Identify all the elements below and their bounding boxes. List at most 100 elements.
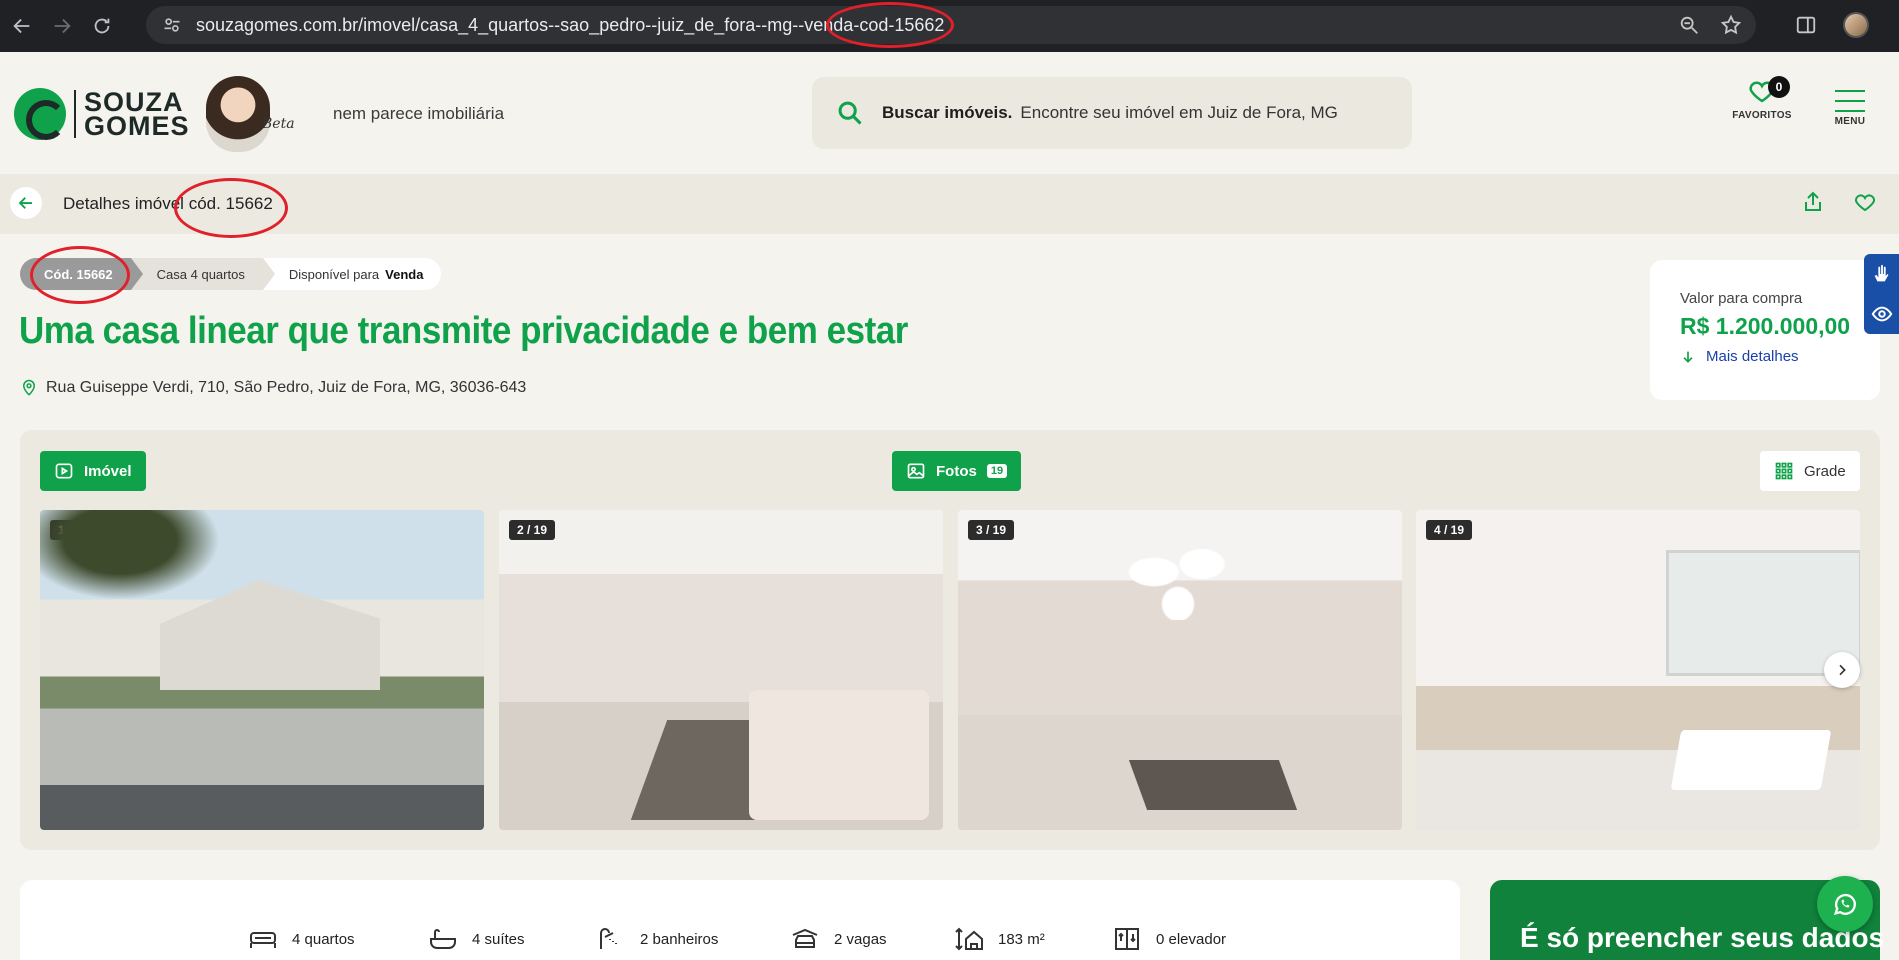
location-pin-icon (22, 379, 36, 396)
favorites-button[interactable]: 0 FAVORITOS (1732, 76, 1792, 121)
photo-number: 4 / 19 (1426, 520, 1473, 540)
menu-button[interactable]: MENU (1830, 90, 1870, 127)
gallery-photo[interactable]: 2 / 19 (499, 510, 943, 830)
url-code: -cod-15662 (853, 14, 945, 35)
feature-label: 2 banheiros (640, 930, 719, 948)
price-value: R$ 1.200.000,00 (1680, 313, 1851, 339)
detail-title: Detalhes imóvel cód. 15662 (63, 194, 273, 214)
property-features: 4 quartos 4 suítes 2 banheiros 2 vagas 1… (20, 880, 1460, 960)
beta-avatar (206, 76, 270, 152)
photos-label: Fotos (936, 462, 977, 480)
price-card: Valor para compra R$ 1.200.000,00 Mais d… (1650, 260, 1880, 400)
favorites-label: FAVORITOS (1732, 110, 1792, 121)
logo-line2: GOMES (84, 111, 190, 141)
search-hint: Encontre seu imóvel em Juiz de Fora, MG (1020, 103, 1338, 122)
bathtub-icon (430, 929, 456, 949)
zoom-icon[interactable] (1678, 14, 1700, 36)
gallery-photo[interactable]: 1 / 19 (40, 510, 484, 830)
code-chip: Cód. 15662 (20, 258, 143, 290)
car-icon (792, 928, 818, 948)
photos-button[interactable]: Fotos 19 (892, 451, 1022, 491)
back-button[interactable] (10, 187, 42, 219)
property-video-button[interactable]: Imóvel (40, 451, 146, 491)
area-icon (955, 927, 983, 951)
feature-parking: 2 vagas (790, 926, 887, 952)
sign-language-icon[interactable] (1871, 263, 1893, 285)
grid-view-label: Grade (1804, 462, 1846, 480)
feature-label: 4 quartos (292, 930, 355, 948)
detail-title-prefix: Detalhes imóvel (63, 194, 184, 213)
accessibility-widget[interactable] (1864, 254, 1899, 334)
profile-avatar[interactable] (1843, 12, 1869, 38)
browser-toolbar: souzagomes.com.br/imovel/casa_4_quartos-… (0, 0, 1899, 52)
logo-text: SOUZA GOMES (74, 89, 190, 141)
feature-suites: 4 suítes (428, 926, 525, 952)
beta-signature: Beta (262, 116, 295, 132)
photo-number: 2 / 19 (509, 520, 556, 540)
grid-view-button[interactable]: Grade (1760, 451, 1860, 491)
feature-label: 4 suítes (472, 930, 525, 948)
arrow-down-icon (1683, 351, 1693, 363)
image-icon (907, 463, 925, 479)
detail-bar: Detalhes imóvel cód. 15662 (0, 174, 1899, 234)
property-search[interactable]: Buscar imóveis. Encontre seu imóvel em J… (812, 77, 1412, 149)
shower-icon (600, 928, 617, 949)
property-video-label: Imóvel (84, 462, 132, 480)
feature-bedrooms: 4 quartos (248, 926, 355, 952)
play-icon (55, 463, 73, 479)
whatsapp-button[interactable] (1817, 876, 1873, 932)
price-label: Valor para compra (1680, 290, 1803, 307)
photo-number: 3 / 19 (968, 520, 1015, 540)
arrow-left-icon (18, 197, 32, 209)
photo-number: 1 / 19 (50, 520, 97, 540)
back-arrow-icon[interactable] (2, 6, 42, 46)
logo-mark-icon (14, 88, 66, 140)
gallery-photo[interactable]: 4 / 19 (1416, 510, 1860, 830)
availability-value: Venda (385, 266, 424, 282)
site-header: SOUZA GOMES Beta nem parece imobiliária … (0, 52, 1899, 174)
eye-icon[interactable] (1871, 303, 1893, 325)
more-details-text: Mais detalhes (1706, 348, 1799, 365)
more-details-link[interactable]: Mais detalhes (1680, 348, 1880, 365)
bookmark-star-icon[interactable] (1720, 14, 1742, 36)
detail-title-code: cód. 15662 (188, 194, 273, 213)
reload-icon[interactable] (82, 6, 122, 46)
type-chip: Casa 4 quartos (130, 258, 276, 290)
breadcrumb: Cód. 15662 Casa 4 quartos Disponível par… (20, 258, 442, 290)
gallery-photo[interactable]: 3 / 19 (958, 510, 1402, 830)
feature-label: 2 vagas (834, 930, 887, 948)
souza-gomes-logo[interactable]: SOUZA GOMES (14, 88, 190, 140)
availability-prefix: Disponível para (288, 266, 380, 282)
grid-icon (1775, 462, 1793, 480)
tagline: nem parece imobiliária (333, 104, 505, 123)
search-label: Buscar imóveis. (882, 103, 1013, 122)
address-text: Rua Guiseppe Verdi, 710, São Pedro, Juiz… (46, 379, 527, 396)
photo-gallery: Imóvel Fotos 19 Grade 1 / 19 2 / 19 3 / … (20, 430, 1880, 850)
whatsapp-icon (1833, 893, 1856, 915)
property-address: Rua Guiseppe Verdi, 710, São Pedro, Juiz… (20, 379, 526, 397)
bed-icon (250, 932, 276, 948)
share-icon[interactable] (1801, 190, 1825, 214)
url-path: souzagomes.com.br/imovel/casa_4_quartos-… (196, 14, 854, 35)
availability-chip: Disponível para Venda (262, 258, 442, 290)
elevator-icon (1115, 928, 1139, 950)
hamburger-icon (1835, 90, 1865, 112)
favorites-count-badge: 0 (1768, 76, 1790, 98)
address-bar[interactable]: souzagomes.com.br/imovel/casa_4_quartos-… (146, 6, 1756, 44)
feature-label: 0 elevador (1156, 930, 1227, 948)
site-settings-icon[interactable] (162, 15, 182, 35)
next-photo-button[interactable] (1824, 652, 1860, 688)
chevron-right-icon (1839, 664, 1846, 676)
side-panel-icon[interactable] (1795, 14, 1817, 36)
menu-label: MENU (1834, 116, 1866, 127)
favorite-heart-icon[interactable] (1853, 190, 1877, 214)
feature-area: 183 m² (954, 926, 1045, 952)
url-text[interactable]: souzagomes.com.br/imovel/casa_4_quartos-… (196, 15, 944, 36)
feature-elevator: 0 elevador (1112, 926, 1226, 952)
feature-bathrooms: 2 banheiros (596, 926, 718, 952)
search-icon (838, 101, 862, 125)
photos-count-badge: 19 (986, 464, 1008, 478)
feature-label: 183 m² (998, 930, 1045, 948)
property-headline: Uma casa linear que transmite privacidad… (19, 310, 908, 352)
forward-arrow-icon[interactable] (42, 6, 82, 46)
